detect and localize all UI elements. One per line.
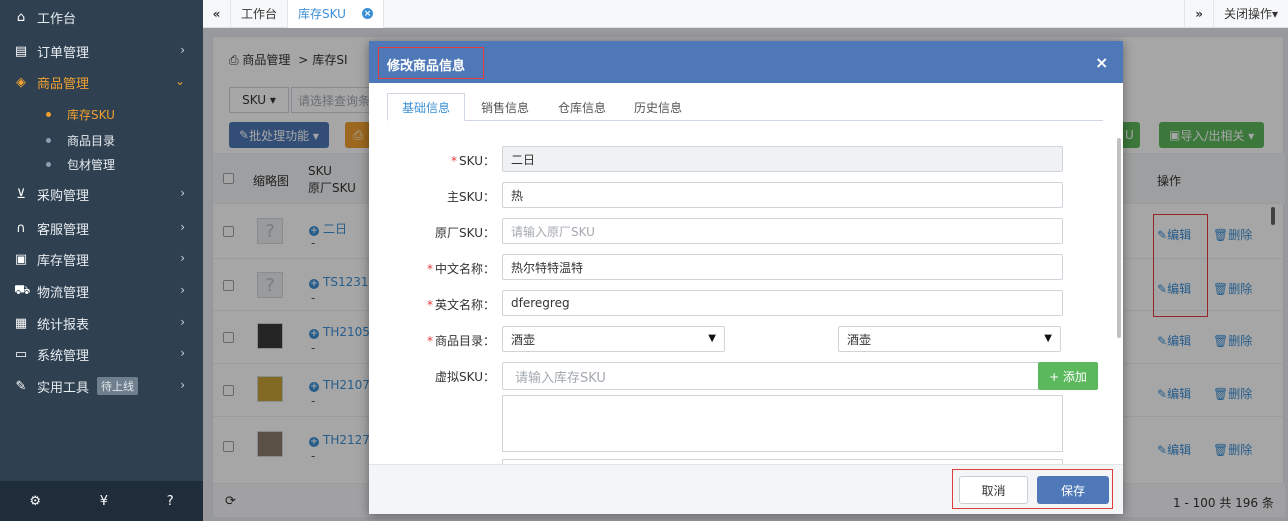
coming-soon-badge: 待上线 [97, 377, 139, 395]
en-name-label: * 英文名称： [426, 298, 495, 312]
tab-bar: « 工作台 库存SKU × » 关闭操作▾ [203, 0, 1288, 28]
tab-history-info[interactable]: 历史信息 [634, 93, 682, 121]
catalog-select-secondary[interactable]: 酒壶 ▼ [838, 326, 1061, 352]
modal-header: 修改商品信息 × [369, 41, 1123, 83]
clipboard-icon: ▤ [14, 43, 28, 59]
gear-icon[interactable]: ⚙ [29, 494, 41, 509]
cn-name-input[interactable]: 热尔特特温特 [502, 254, 1063, 280]
chevron-right-icon: › [180, 251, 185, 265]
chevron-right-icon: › [180, 43, 185, 57]
modal-body: 基础信息 销售信息 仓库信息 历史信息 * SKU： 二日 主SKU： 热 原厂S… [369, 83, 1123, 464]
report-icon: ▦ [14, 315, 28, 331]
sidebar-footer: ⚙ ¥ ? [0, 481, 203, 521]
wrench-icon: ✎ [15, 378, 27, 394]
headset-icon: ∩ [16, 220, 26, 236]
tabs-forward-button[interactable]: » [1184, 0, 1214, 28]
printer-icon: ▣ [14, 251, 28, 267]
sidebar-item-system[interactable]: ▭ 系统管理 › [0, 338, 203, 370]
caret-down-icon: ▼ [708, 333, 716, 344]
factory-sku-input[interactable]: 请输入原厂SKU [502, 218, 1063, 244]
catalog-label: * 商品目录： [426, 334, 495, 348]
chevron-right-icon: › [180, 378, 185, 392]
sidebar-subitem-inventory-sku[interactable]: 库存SKU [0, 104, 203, 124]
bullet-icon [46, 137, 51, 143]
tab-sales-info[interactable]: 销售信息 [481, 93, 529, 121]
sidebar-item-logistics[interactable]: ⛟ 物流管理 › [0, 275, 203, 307]
close-operations-dropdown[interactable]: 关闭操作▾ [1214, 0, 1288, 28]
chevron-right-icon: › [180, 346, 185, 360]
close-icon[interactable]: × [1095, 53, 1108, 72]
chevron-down-icon: ⌄ [174, 74, 185, 88]
sidebar-item-inventory[interactable]: ▣ 库存管理 › [0, 243, 203, 275]
sidebar-item-customer-service[interactable]: ∩ 客服管理 › [0, 212, 203, 244]
bullet-icon [46, 161, 51, 167]
modal-scrollbar[interactable] [1117, 138, 1121, 338]
edit-product-modal: 修改商品信息 × 基础信息 销售信息 仓库信息 历史信息 * SKU： 二日 主S… [369, 41, 1123, 514]
tabs-back-button[interactable]: « [203, 0, 231, 28]
sidebar-subitem-catalog[interactable]: 商品目录 [0, 130, 203, 150]
main-sku-input[interactable]: 热 [502, 182, 1063, 208]
sidebar-item-dashboard[interactable]: ⌂ 工作台 [0, 1, 203, 33]
sidebar-item-reports[interactable]: ▦ 统计报表 › [0, 307, 203, 339]
sku-label: * SKU： [451, 154, 495, 168]
sidebar-subitem-packaging[interactable]: 包材管理 [0, 154, 203, 174]
tab-basic-info[interactable]: 基础信息 [387, 93, 466, 121]
tab-warehouse-info[interactable]: 仓库信息 [558, 93, 606, 121]
cube-icon: ◈ [16, 74, 26, 90]
sidebar-item-tools[interactable]: ✎ 实用工具 待上线 › [0, 370, 203, 402]
cn-name-label: * 中文名称： [426, 262, 495, 276]
highlight-footer-buttons [952, 469, 1113, 509]
en-name-input[interactable]: dferegreg [502, 290, 1063, 316]
close-tab-icon[interactable]: × [361, 8, 373, 19]
sidebar-item-orders[interactable]: ▤ 订单管理 › [0, 35, 203, 67]
sidebar-item-products[interactable]: ◈ 商品管理 ⌄ [0, 66, 203, 98]
help-icon[interactable]: ? [167, 494, 174, 509]
truck-icon: ⛟ [14, 282, 31, 298]
tab-dashboard[interactable]: 工作台 [231, 0, 289, 28]
sku-field: 二日 [502, 146, 1063, 172]
chevron-right-icon: › [180, 315, 185, 329]
sidebar-item-purchasing[interactable]: ⊻ 采购管理 › [0, 178, 203, 210]
main-sku-label: 主SKU： [447, 190, 495, 204]
catalog-select-primary[interactable]: 酒壶 ▼ [502, 326, 725, 352]
home-icon: ⌂ [16, 9, 26, 25]
chevron-right-icon: › [180, 283, 185, 297]
cart-icon: ⊻ [16, 186, 26, 202]
virtual-sku-textarea[interactable] [502, 395, 1063, 452]
virtual-sku-label: 虚拟SKU： [435, 370, 495, 384]
yen-icon[interactable]: ¥ [100, 494, 108, 509]
tab-inventory-sku[interactable]: 库存SKU × [288, 0, 384, 28]
modal-footer: 取消 保存 [369, 464, 1123, 514]
bullet-icon [46, 111, 51, 117]
highlight-title [378, 47, 484, 79]
chevron-right-icon: › [180, 220, 185, 234]
monitor-icon: ▭ [14, 346, 28, 362]
caret-down-icon: ▼ [1044, 333, 1052, 344]
virtual-sku-input[interactable]: 请输入库存SKU [502, 362, 1039, 390]
sidebar: ⌂ 工作台 ▤ 订单管理 › ◈ 商品管理 ⌄ 库存SKU 商品目录 包材管理 ⊻ 采购管理… [0, 0, 203, 521]
add-virtual-sku-button[interactable]: + 添加 [1038, 362, 1098, 390]
chevron-right-icon: › [180, 186, 185, 200]
factory-sku-label: 原厂SKU： [435, 226, 495, 240]
